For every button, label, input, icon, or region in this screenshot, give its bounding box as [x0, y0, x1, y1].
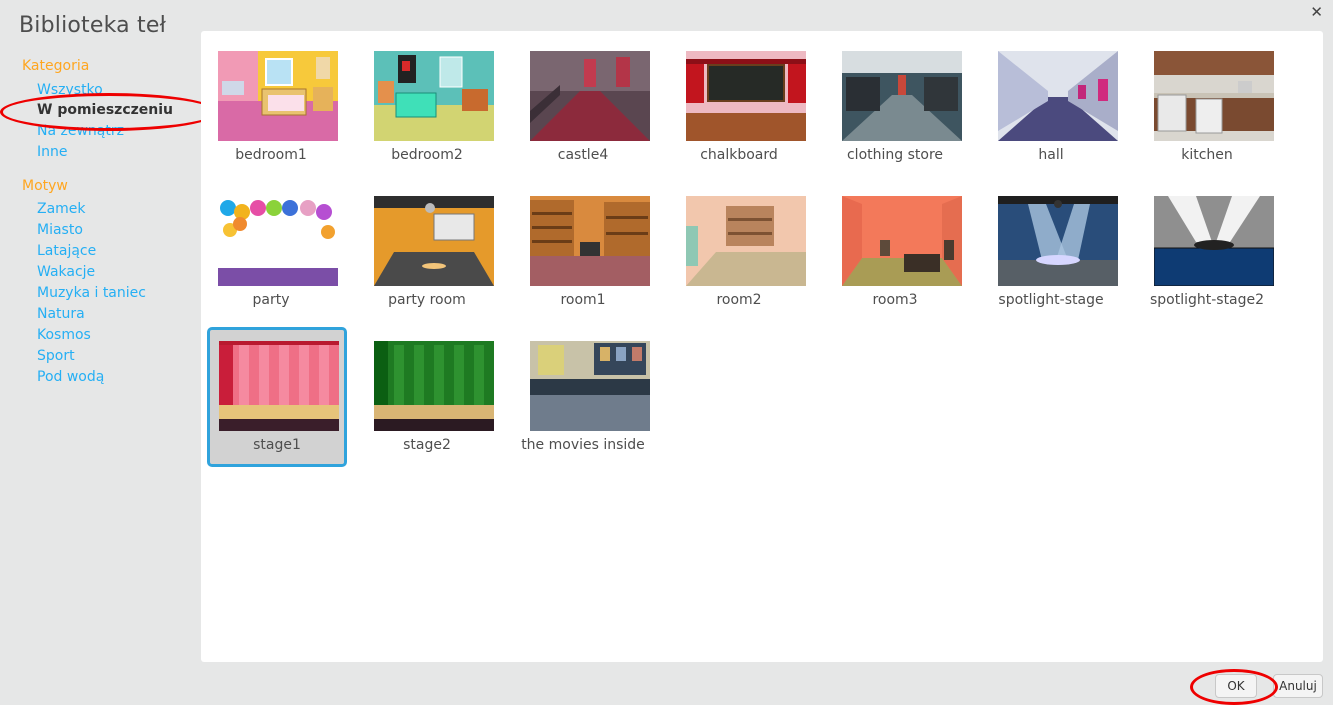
library-item[interactable]: party	[201, 176, 341, 316]
close-icon[interactable]: ✕	[1310, 2, 1323, 22]
spotlight-stage-thumbnail	[998, 196, 1118, 286]
library-item-label: room1	[560, 292, 606, 308]
category-other[interactable]: Inne	[37, 144, 68, 160]
chalkboard-thumbnail	[686, 51, 806, 141]
hall-thumbnail	[998, 51, 1118, 141]
stage1-thumbnail	[219, 341, 339, 431]
ok-button[interactable]: OK	[1215, 674, 1257, 698]
library-item[interactable]: clothing store	[825, 31, 965, 171]
theme-underwater[interactable]: Pod wodą	[37, 369, 104, 385]
library-item[interactable]: room1	[513, 176, 653, 316]
library-item-selected[interactable]: stage1	[207, 327, 347, 467]
category-all[interactable]: Wszystko	[37, 82, 103, 98]
library-item-label: stage2	[403, 437, 451, 453]
library-item-label: party room	[388, 292, 466, 308]
library-item[interactable]: the movies inside	[513, 321, 653, 461]
library-item-label: chalkboard	[700, 147, 778, 163]
library-item-label: spotlight-stage	[998, 292, 1104, 308]
stage2-thumbnail	[374, 341, 494, 431]
library-item[interactable]: room2	[669, 176, 809, 316]
library-item-label: party	[252, 292, 290, 308]
category-outdoors[interactable]: Na zewnątrz	[37, 123, 124, 139]
theme-space[interactable]: Kosmos	[37, 327, 91, 343]
library-item[interactable]: room3	[825, 176, 965, 316]
library-item[interactable]: spotlight-stage	[981, 176, 1121, 316]
clothing-store-thumbnail	[842, 51, 962, 141]
library-item[interactable]: bedroom2	[357, 31, 497, 171]
theme-sport[interactable]: Sport	[37, 348, 75, 364]
category-sidebar: Kategoria Wszystko W pomieszczeniu Na ze…	[0, 0, 200, 703]
library-item[interactable]: kitchen	[1137, 31, 1277, 171]
movies-inside-thumbnail	[530, 341, 650, 431]
library-item[interactable]: spotlight-stage2	[1137, 176, 1277, 316]
library-item[interactable]: party room	[357, 176, 497, 316]
bedroom2-thumbnail	[374, 51, 494, 141]
library-item-label: clothing store	[846, 147, 944, 163]
library-item-label: room3	[872, 292, 918, 308]
theme-nature[interactable]: Natura	[37, 306, 85, 322]
library-item-label: hall	[1038, 147, 1064, 163]
library-item[interactable]: stage2	[357, 321, 497, 461]
library-item[interactable]: castle4	[513, 31, 653, 171]
theme-city[interactable]: Miasto	[37, 222, 83, 238]
spotlight-stage2-thumbnail	[1154, 196, 1274, 286]
category-heading: Kategoria	[22, 58, 90, 74]
theme-music-dance[interactable]: Muzyka i taniec	[37, 285, 146, 301]
library-item-label: spotlight-stage2	[1149, 292, 1265, 308]
library-item-label: bedroom2	[391, 147, 463, 163]
theme-holiday[interactable]: Wakacje	[37, 264, 95, 280]
library-item[interactable]: bedroom1	[201, 31, 341, 171]
room1-thumbnail	[530, 196, 650, 286]
library-item-label: room2	[716, 292, 762, 308]
theme-flying[interactable]: Latające	[37, 243, 96, 259]
cancel-button[interactable]: Anuluj	[1273, 674, 1323, 698]
library-item-label: the movies inside	[521, 437, 645, 453]
library-item-label: kitchen	[1181, 147, 1233, 163]
theme-castle[interactable]: Zamek	[37, 201, 86, 217]
theme-heading: Motyw	[22, 178, 68, 194]
room3-thumbnail	[842, 196, 962, 286]
library-item[interactable]: chalkboard	[669, 31, 809, 171]
category-indoors[interactable]: W pomieszczeniu	[37, 102, 173, 118]
library-item-label: stage1	[253, 437, 301, 453]
room2-thumbnail	[686, 196, 806, 286]
bedroom1-thumbnail	[218, 51, 338, 141]
kitchen-thumbnail	[1154, 51, 1274, 141]
party-thumbnail	[218, 196, 338, 286]
library-item-label: bedroom1	[235, 147, 307, 163]
backdrop-grid: bedroom1 bedroom2 castle4 chalkboard clo…	[201, 31, 1323, 662]
library-item[interactable]: hall	[981, 31, 1121, 171]
castle4-thumbnail	[530, 51, 650, 141]
party-room-thumbnail	[374, 196, 494, 286]
library-item-label: castle4	[557, 147, 609, 163]
